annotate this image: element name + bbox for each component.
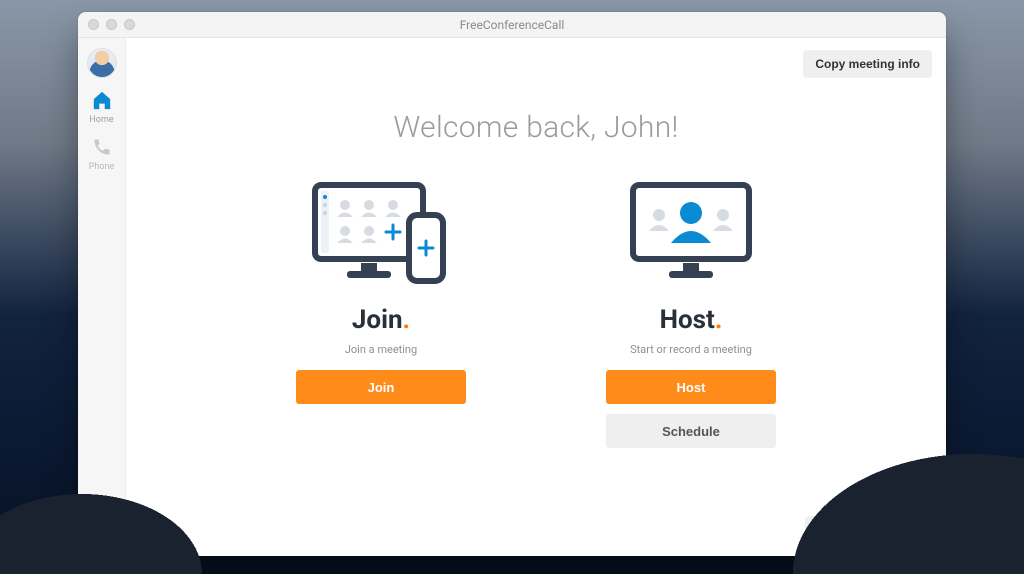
welcome-heading: Welcome back, John! <box>126 110 946 145</box>
phone-icon <box>92 137 112 160</box>
card-join: Join. Join a meeting Join <box>281 175 481 448</box>
app-window: FreeConferenceCall Home Phone <box>78 12 946 556</box>
home-icon <box>91 90 113 113</box>
join-illustration-icon <box>301 175 461 295</box>
join-subtitle: Join a meeting <box>345 343 417 356</box>
join-title: Join. <box>352 305 410 335</box>
copy-meeting-info-button[interactable]: Copy meeting info <box>803 50 932 78</box>
host-subtitle: Start or record a meeting <box>630 343 752 356</box>
titlebar: FreeConferenceCall <box>78 12 946 38</box>
sidebar-item-label: Phone <box>89 162 115 172</box>
host-button[interactable]: Host <box>606 370 776 404</box>
host-illustration-icon <box>611 175 771 295</box>
traffic-zoom-icon[interactable] <box>124 19 135 30</box>
avatar[interactable] <box>87 48 117 78</box>
host-title: Host. <box>660 305 723 335</box>
window-title: FreeConferenceCall <box>78 18 946 32</box>
sidebar-item-label: Home <box>89 115 113 125</box>
schedule-button[interactable]: Schedule <box>606 414 776 448</box>
sidebar-item-home[interactable]: Home <box>82 90 122 125</box>
traffic-close-icon[interactable] <box>88 19 99 30</box>
gear-icon <box>92 525 112 544</box>
main-content: Copy meeting info Check connection Welco… <box>126 38 946 556</box>
card-host: Host. Start or record a meeting Host Sch… <box>591 175 791 448</box>
join-button[interactable]: Join <box>296 370 466 404</box>
settings-button[interactable] <box>92 520 112 544</box>
traffic-lights[interactable] <box>78 19 135 30</box>
sidebar: Home Phone <box>78 38 126 556</box>
traffic-minimize-icon[interactable] <box>106 19 117 30</box>
cards-row: Join. Join a meeting Join <box>126 175 946 448</box>
window-body: Home Phone Copy meeting info Check conne <box>78 38 946 556</box>
check-connection-button[interactable]: Check connection <box>805 516 932 544</box>
sidebar-item-phone[interactable]: Phone <box>82 137 122 172</box>
